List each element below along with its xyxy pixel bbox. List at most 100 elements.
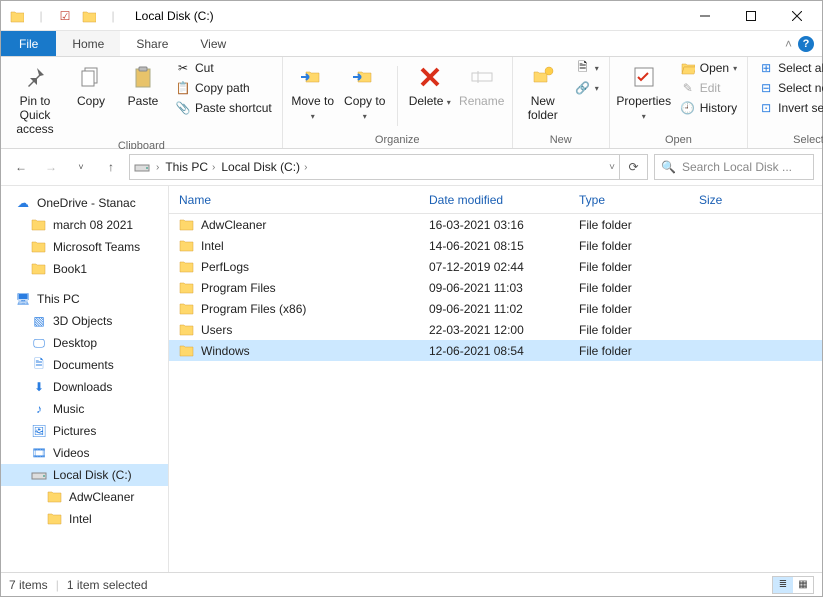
file-rows: AdwCleaner16-03-2021 03:16File folderInt… xyxy=(169,214,822,572)
file-list: Name Date modified Type Size AdwCleaner1… xyxy=(169,186,822,572)
crumb-current[interactable]: Local Disk (C:)› xyxy=(221,160,307,174)
select-all-button[interactable]: ⊞Select all xyxy=(754,59,823,77)
tree-documents[interactable]: 🗎Documents xyxy=(1,354,168,376)
view-tab[interactable]: View xyxy=(184,31,242,56)
up-button[interactable]: ↑ xyxy=(99,155,123,179)
item-count: 7 items xyxy=(9,578,48,592)
folder-icon xyxy=(31,239,47,255)
table-row[interactable]: Intel14-06-2021 08:15File folder xyxy=(169,235,822,256)
table-row[interactable]: Users22-03-2021 12:00File folder xyxy=(169,319,822,340)
tree-pictures[interactable]: 🖼Pictures xyxy=(1,420,168,442)
table-row[interactable]: PerfLogs07-12-2019 02:44File folder xyxy=(169,256,822,277)
share-tab[interactable]: Share xyxy=(120,31,184,56)
qat-check-icon[interactable]: ☑ xyxy=(55,6,75,26)
table-row[interactable]: AdwCleaner16-03-2021 03:16File folder xyxy=(169,214,822,235)
folder-icon xyxy=(47,511,63,527)
edit-button[interactable]: ✎Edit xyxy=(676,79,741,97)
move-to-button[interactable]: Move to ▾ xyxy=(289,59,337,125)
rename-button[interactable]: Rename xyxy=(458,59,506,111)
table-row[interactable]: Program Files (x86)09-06-2021 11:02File … xyxy=(169,298,822,319)
folder-icon xyxy=(47,489,63,505)
qat-folder-icon[interactable] xyxy=(79,6,99,26)
tree-desktop[interactable]: 🖵Desktop xyxy=(1,332,168,354)
maximize-button[interactable] xyxy=(728,1,774,31)
delete-button[interactable]: Delete ▾ xyxy=(406,59,454,111)
title-bar: | ☑ | Local Disk (C:) xyxy=(1,1,822,31)
crumb-thispc[interactable]: This PC› xyxy=(165,160,215,174)
organize-group-label: Organize xyxy=(375,132,420,148)
tree-downloads[interactable]: ⬇Downloads xyxy=(1,376,168,398)
tree-march[interactable]: march 08 2021 xyxy=(1,214,168,236)
tree-3dobjects[interactable]: ▧3D Objects xyxy=(1,310,168,332)
copy-to-button[interactable]: Copy to ▾ xyxy=(341,59,389,125)
table-row[interactable]: Windows12-06-2021 08:54File folder xyxy=(169,340,822,361)
move-to-icon xyxy=(297,61,329,93)
downloads-icon: ⬇ xyxy=(31,379,47,395)
tree-book1[interactable]: Book1 xyxy=(1,258,168,280)
pin-label: Pin to Quick access xyxy=(9,95,61,136)
details-view-icon[interactable]: ≣ xyxy=(773,577,793,593)
tree-teams[interactable]: Microsoft Teams xyxy=(1,236,168,258)
new-folder-button[interactable]: New folder xyxy=(519,59,567,125)
desktop-icon: 🖵 xyxy=(31,335,47,351)
folder-icon xyxy=(179,259,195,275)
tree-videos[interactable]: 🎞Videos xyxy=(1,442,168,464)
paste-button[interactable]: Paste xyxy=(119,59,167,111)
collapse-ribbon-icon[interactable]: ˄ xyxy=(785,37,792,51)
ribbon: Pin to Quick access Copy Paste ✂Cut 📋Cop… xyxy=(1,57,822,149)
copy-path-button[interactable]: 📋Copy path xyxy=(171,79,276,97)
new-item-button[interactable]: 🗎▾ xyxy=(571,59,603,77)
file-name: Program Files (x86) xyxy=(201,302,306,316)
back-button[interactable]: ← xyxy=(9,155,33,179)
easy-access-button[interactable]: 🔗▾ xyxy=(571,79,603,97)
open-button[interactable]: Open ▾ xyxy=(676,59,741,77)
forward-button[interactable]: → xyxy=(39,155,63,179)
qat-dropdown[interactable]: | xyxy=(103,6,123,26)
drive-icon xyxy=(134,159,150,175)
close-button[interactable] xyxy=(774,1,820,31)
videos-icon: 🎞 xyxy=(31,445,47,461)
help-icon[interactable]: ? xyxy=(798,36,814,52)
invert-selection-button[interactable]: ⊡Invert selection xyxy=(754,99,823,117)
col-name[interactable]: Name xyxy=(169,193,419,207)
address-dropdown[interactable]: ˅ xyxy=(609,162,615,173)
minimize-button[interactable] xyxy=(682,1,728,31)
new-group-label: New xyxy=(550,132,572,148)
tree-intel[interactable]: Intel xyxy=(1,508,168,530)
col-date[interactable]: Date modified xyxy=(419,193,569,207)
view-toggle[interactable]: ≣ ▦ xyxy=(772,576,814,594)
file-tab[interactable]: File xyxy=(1,31,56,56)
tree-thispc[interactable]: 🖥This PC xyxy=(1,288,168,310)
file-date: 12-06-2021 08:54 xyxy=(419,344,569,358)
table-row[interactable]: Program Files09-06-2021 11:03File folder xyxy=(169,277,822,298)
thumbnails-view-icon[interactable]: ▦ xyxy=(793,577,813,593)
file-name: Program Files xyxy=(201,281,276,295)
select-none-button[interactable]: ⊟Select none xyxy=(754,79,823,97)
search-placeholder: Search Local Disk ... xyxy=(682,160,792,174)
documents-icon: 🗎 xyxy=(31,357,47,373)
search-input[interactable]: 🔍 Search Local Disk ... xyxy=(654,154,814,180)
ribbon-tabs: File Home Share View ˄ ? xyxy=(1,31,822,57)
navigation-tree[interactable]: ☁OneDrive - Stanac march 08 2021 Microso… xyxy=(1,186,169,572)
history-button[interactable]: 🕘History xyxy=(676,99,741,117)
home-tab[interactable]: Home xyxy=(56,31,120,56)
tree-onedrive[interactable]: ☁OneDrive - Stanac xyxy=(1,192,168,214)
column-headers[interactable]: Name Date modified Type Size xyxy=(169,186,822,214)
copy-path-icon: 📋 xyxy=(175,80,191,96)
tree-localdisk[interactable]: Local Disk (C:) xyxy=(1,464,168,486)
refresh-button[interactable]: ⟳ xyxy=(620,154,648,180)
pin-to-quick-access-button[interactable]: Pin to Quick access xyxy=(7,59,63,138)
window-title: Local Disk (C:) xyxy=(135,9,214,23)
tree-adw[interactable]: AdwCleaner xyxy=(1,486,168,508)
recent-locations-button[interactable]: ˅ xyxy=(69,155,93,179)
breadcrumb-bar[interactable]: › This PC› Local Disk (C:)› ˅ xyxy=(129,154,620,180)
paste-shortcut-button[interactable]: 📎Paste shortcut xyxy=(171,99,276,117)
col-size[interactable]: Size xyxy=(689,193,769,207)
folder-icon xyxy=(179,322,195,338)
tree-music[interactable]: ♪Music xyxy=(1,398,168,420)
copy-button[interactable]: Copy xyxy=(67,59,115,111)
col-type[interactable]: Type xyxy=(569,193,689,207)
properties-button[interactable]: Properties ▾ xyxy=(616,59,672,125)
file-type: File folder xyxy=(569,260,689,274)
cut-button[interactable]: ✂Cut xyxy=(171,59,276,77)
